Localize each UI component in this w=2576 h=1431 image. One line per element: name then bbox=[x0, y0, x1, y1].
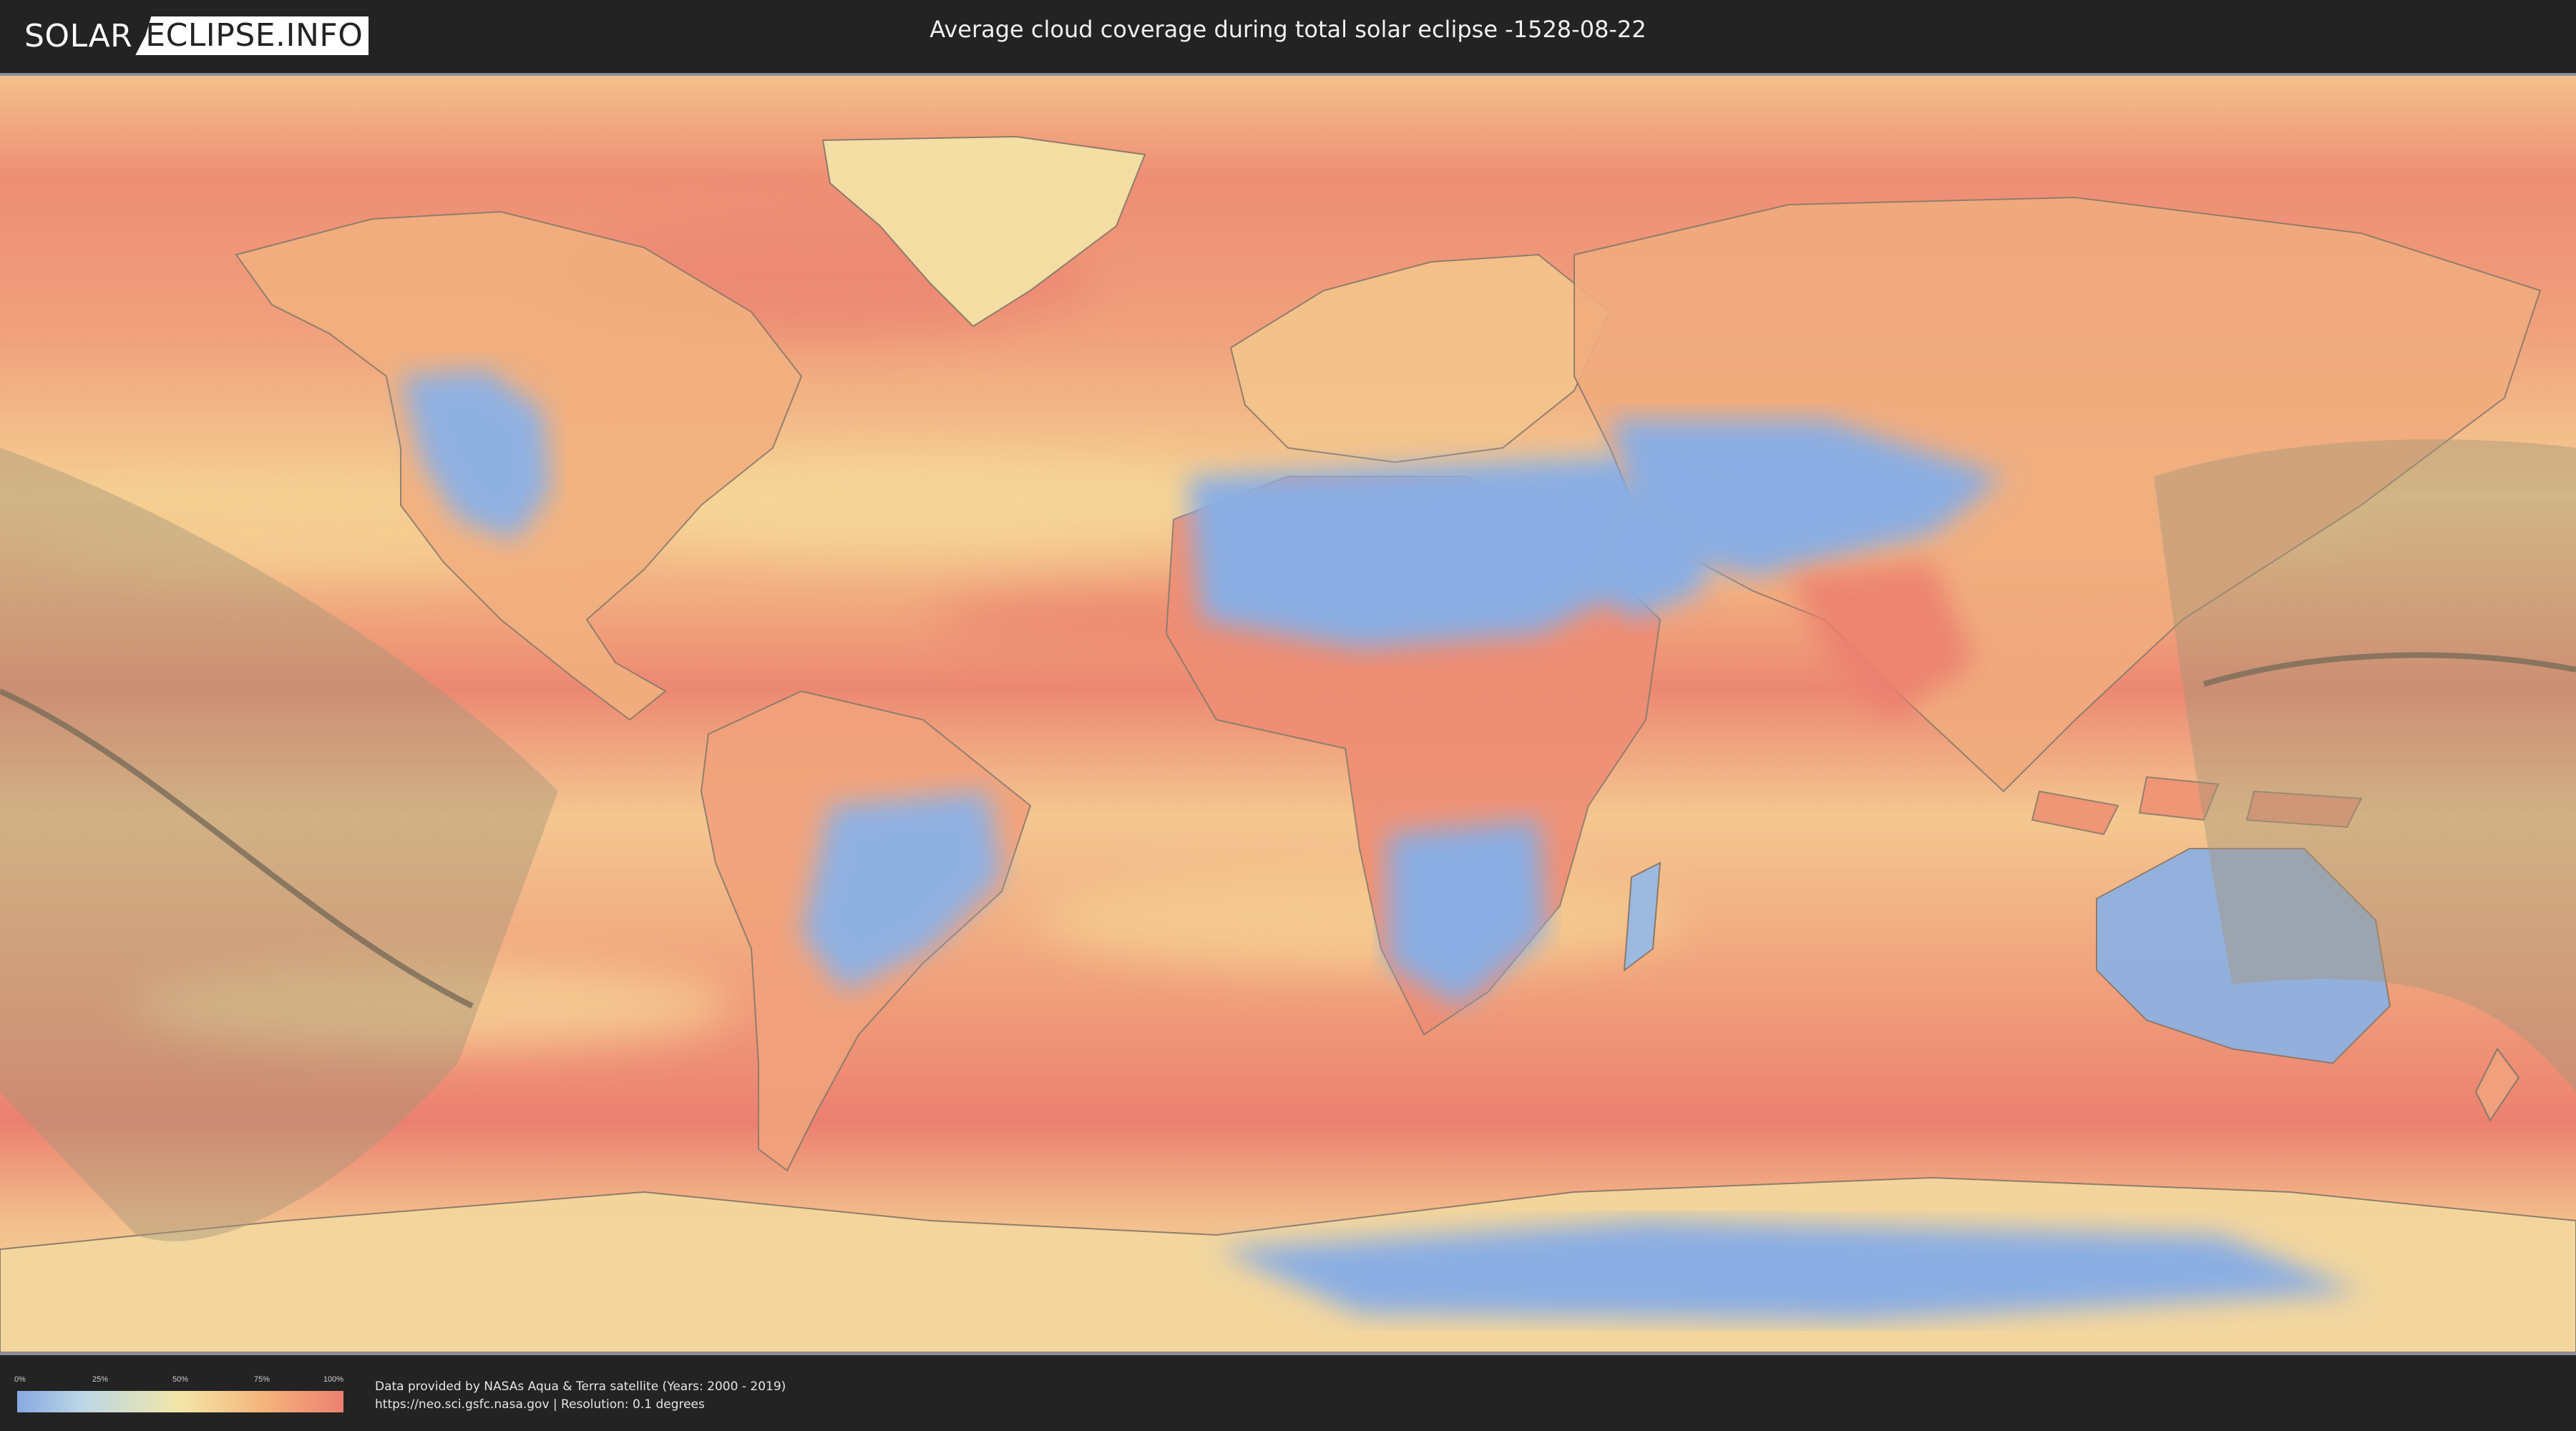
legend-tick-75: 75% bbox=[253, 1375, 270, 1384]
cloud-coverage-map bbox=[0, 73, 2576, 1355]
legend-tick-0: 0% bbox=[14, 1375, 26, 1384]
legend-color-bar bbox=[17, 1391, 343, 1412]
header-bar: SOLAR ECLIPSE.INFO Average cloud coverag… bbox=[0, 0, 2576, 72]
legend-tick-100: 100% bbox=[323, 1375, 344, 1384]
world-map-svg bbox=[0, 76, 2576, 1352]
legend-ticks: 0% 25% 50% 75% 100% bbox=[14, 1375, 344, 1387]
credit-line-1: Data provided by NASAs Aqua & Terra sate… bbox=[375, 1379, 786, 1394]
data-credits: Data provided by NASAs Aqua & Terra sate… bbox=[375, 1378, 786, 1414]
credit-line-2: https://neo.sci.gsfc.nasa.gov | Resoluti… bbox=[375, 1397, 705, 1412]
cloud-coverage-legend: 0% 25% 50% 75% 100% bbox=[14, 1375, 344, 1415]
page-title: Average cloud coverage during total sola… bbox=[930, 16, 1646, 43]
legend-tick-50: 50% bbox=[172, 1375, 189, 1384]
legend-tick-25: 25% bbox=[92, 1375, 109, 1384]
